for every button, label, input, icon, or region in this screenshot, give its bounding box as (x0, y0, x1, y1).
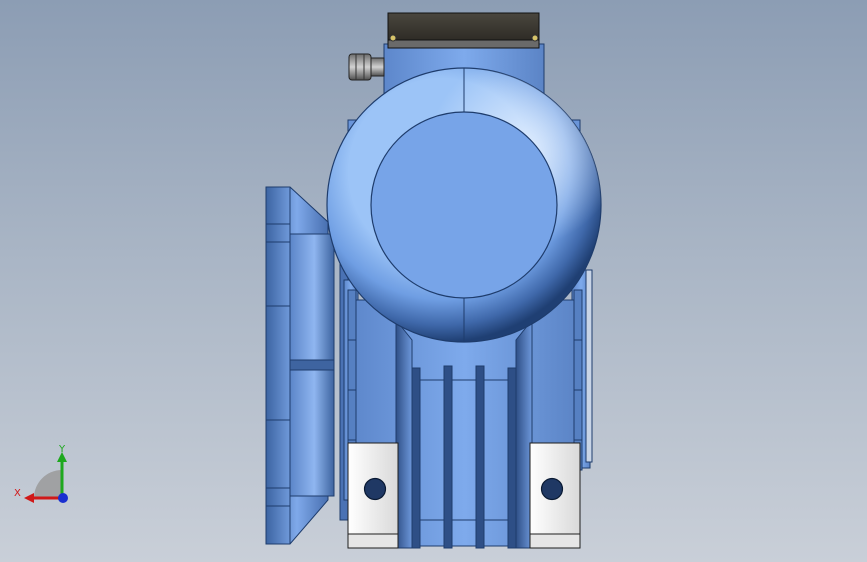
triad-base-quadrant (34, 470, 62, 498)
output-hub (289, 233, 335, 497)
bolt-hole-left (363, 477, 387, 501)
end-cover-face (370, 111, 558, 299)
motor-end-cover (326, 67, 602, 343)
mounting-foot-right (529, 442, 581, 549)
x-axis-label: X (14, 488, 21, 499)
y-axis-label: Y (58, 444, 66, 455)
gearbox-motor-model[interactable] (0, 0, 867, 562)
bolt-hole-right (540, 477, 564, 501)
cad-viewport[interactable]: X Y (0, 0, 867, 562)
z-axis-dot (58, 493, 68, 503)
axis-triad: X Y (14, 444, 68, 503)
terminal-box (387, 12, 540, 49)
cable-gland (348, 53, 385, 81)
mounting-foot-left (347, 442, 399, 549)
